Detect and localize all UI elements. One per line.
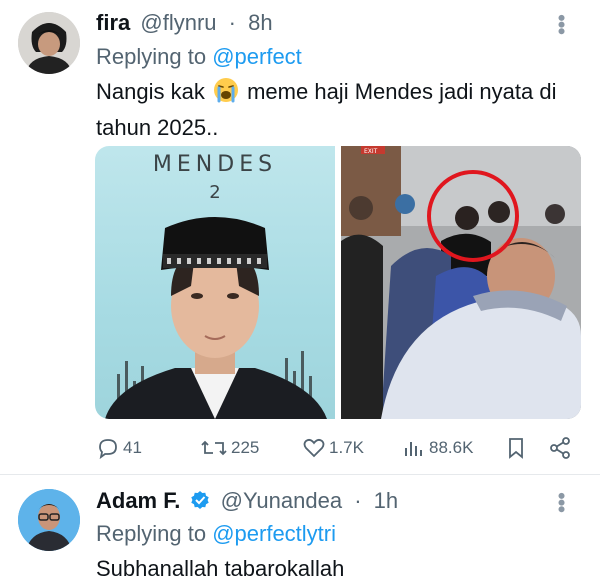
repost-icon [201,440,227,456]
author-name[interactable]: fira [96,10,130,35]
media-grid[interactable]: MENDES 2 EXIT [95,146,581,419]
tweet-text-part-1: Nangis kak [96,79,205,104]
replying-prefix: Replying to [96,521,207,546]
views-icon [405,442,422,456]
replying-to-line: Replying to @perfectlytri [96,521,336,547]
tweet-text: Subhanallah tabarokallah [96,556,345,581]
replying-to-line: Replying to @perfect [96,44,302,70]
tweet-1[interactable]: fira @flynru · 8h ••• Replying to @perfe… [0,0,600,475]
avatar[interactable] [18,12,80,74]
share-button[interactable] [548,430,575,466]
bookmark-icon [509,438,523,459]
repost-button[interactable]: 225 [200,430,259,466]
reply-count: 41 [123,438,142,457]
reply-icon [99,439,117,460]
timestamp[interactable]: 8h [248,10,272,35]
author-name[interactable]: Adam F. [96,488,180,513]
tweet-actions: 41 225 1.7K 88.6K [0,430,600,466]
author-handle[interactable]: @flynru [140,10,216,35]
heart-icon [303,438,325,458]
author-line: fira @flynru · 8h [96,10,273,36]
media-image-poster[interactable]: MENDES 2 [95,146,335,419]
author-handle[interactable]: @Yunandea [221,488,342,513]
repost-count: 225 [231,438,260,457]
avatar-image [18,489,80,551]
more-options-icon[interactable]: ••• [548,492,574,512]
more-options-icon[interactable]: ••• [548,14,574,34]
share-icon [550,437,570,459]
separator-dot: · [354,488,362,513]
like-button[interactable]: 1.7K [302,430,364,466]
media-image-crowd[interactable]: EXIT [341,146,581,419]
author-line: Adam F. @Yunandea · 1h [96,488,398,516]
bookmark-button[interactable] [505,430,530,466]
replying-prefix: Replying to [96,44,207,69]
tweet-text: Nangis kak meme haji Mendes jadi nyata d… [96,76,586,144]
reply-button[interactable]: 41 [96,430,142,466]
like-count: 1.7K [329,438,364,457]
verified-badge-icon [190,490,210,516]
avatar[interactable] [18,489,80,551]
crowd-photo: EXIT [341,146,581,419]
timestamp[interactable]: 1h [374,488,398,513]
mention-link[interactable]: @perfect [212,44,302,69]
views-button[interactable]: 88.6K [402,430,473,466]
separator-dot: · [228,10,236,35]
exit-sign: EXIT [364,148,378,155]
view-count: 88.6K [429,438,474,457]
avatar-image [18,12,80,74]
loudly-crying-face-icon [213,77,239,112]
mention-link[interactable]: @perfectlytri [212,521,336,546]
poster-illustration [105,217,327,419]
